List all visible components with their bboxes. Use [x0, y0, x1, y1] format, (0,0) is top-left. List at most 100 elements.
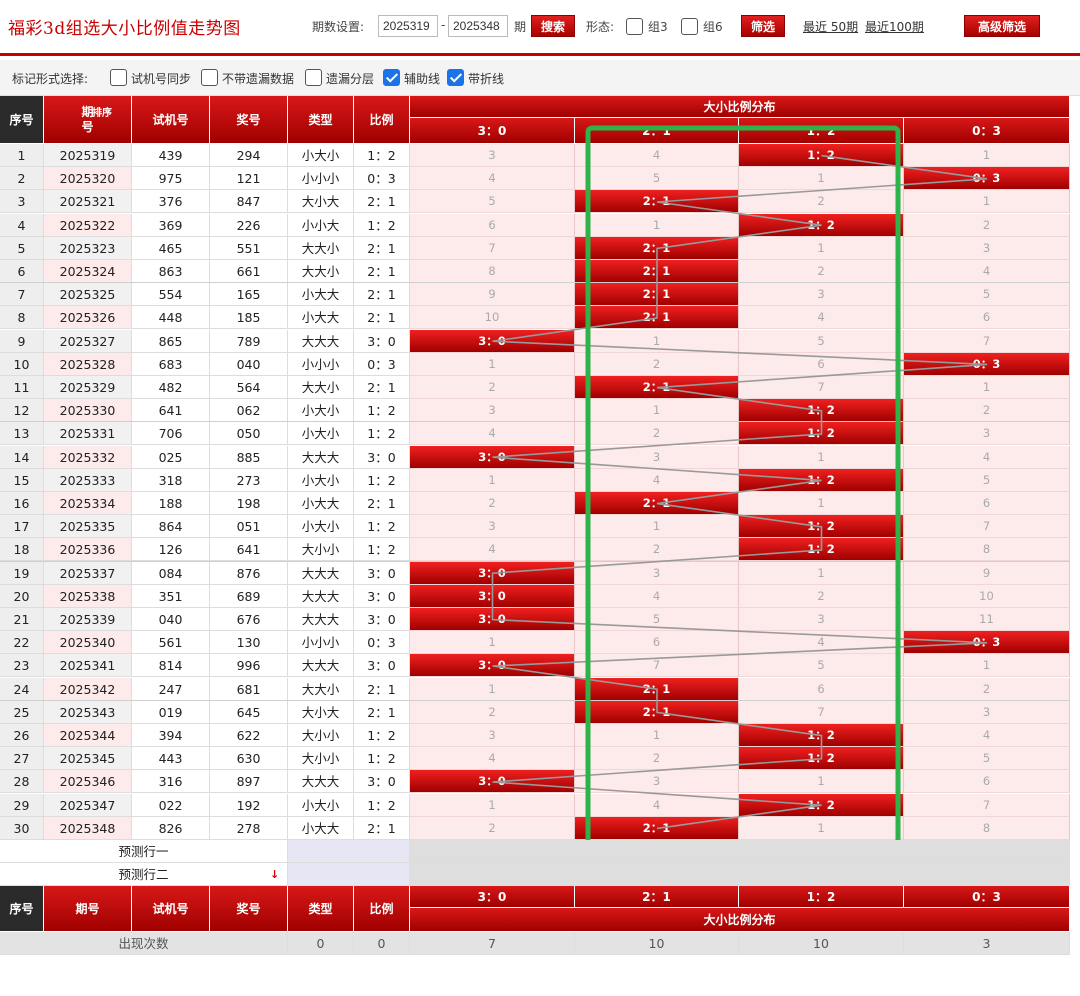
header-draw: 奖号	[210, 96, 288, 144]
stats-type: 0	[288, 932, 354, 955]
row-10-ratio: 0：3	[354, 352, 410, 376]
miss-cell: 2	[739, 260, 904, 283]
row-28-seq: 28	[0, 770, 44, 794]
row-19-draw: 876	[210, 561, 288, 585]
row-15-test: 318	[132, 468, 210, 492]
row-1-test: 439	[132, 144, 210, 167]
sort-toggle[interactable]: 排序	[92, 106, 112, 121]
miss-cell: 5	[904, 283, 1070, 307]
header-issue: 期号排序	[44, 96, 132, 144]
row-7-type: 小大大	[288, 283, 354, 307]
footer-dist-2: 1：2	[739, 886, 904, 908]
miss-cell: 9	[410, 283, 575, 307]
miss-cell: 5	[739, 654, 904, 678]
mark-label: 标记形式选择:	[12, 72, 89, 86]
period-to-input[interactable]	[448, 15, 508, 37]
row-24-seq: 24	[0, 677, 44, 701]
search-button[interactable]: 搜索	[531, 15, 575, 37]
footer-dist-1: 2：1	[575, 886, 739, 908]
miss-cell: 1	[410, 352, 575, 376]
row-28-ratio: 3：0	[354, 770, 410, 794]
miss-cell: 3	[410, 724, 575, 747]
row-26-issue: 2025344	[44, 724, 132, 747]
miss-cell: 5	[904, 468, 1070, 492]
period-from-input[interactable]	[378, 15, 438, 37]
miss-cell: 10	[410, 306, 575, 330]
row-16-type: 小大大	[288, 492, 354, 515]
footer-draw: 奖号	[210, 886, 288, 932]
predict-row-2-input[interactable]	[288, 863, 410, 886]
recent-50-link[interactable]: 最近 50期	[803, 18, 858, 35]
miss-cell: 7	[410, 236, 575, 260]
opt-sync-checkbox[interactable]	[110, 69, 127, 86]
miss-cell: 7	[904, 329, 1070, 353]
hit-cell: 2：1	[575, 260, 739, 283]
hit-cell: 1：2	[739, 515, 904, 539]
hit-cell: 2：1	[575, 306, 739, 330]
row-6-ratio: 2：1	[354, 260, 410, 283]
miss-cell: 1	[904, 376, 1070, 399]
row-2-type: 小小小	[288, 167, 354, 191]
row-4-test: 369	[132, 213, 210, 237]
opt-aux-checkbox[interactable]	[383, 69, 400, 86]
row-29-seq: 29	[0, 793, 44, 817]
row-17-ratio: 1：2	[354, 515, 410, 539]
row-30-issue: 2025348	[44, 816, 132, 840]
opt-layer-checkbox[interactable]	[305, 69, 322, 86]
row-4-issue: 2025322	[44, 213, 132, 237]
row-12-seq: 12	[0, 399, 44, 423]
hit-cell: 1：2	[739, 399, 904, 423]
row-21-type: 大大大	[288, 608, 354, 631]
row-9-seq: 9	[0, 329, 44, 353]
recent-100-link[interactable]: 最近100期	[865, 18, 924, 35]
row-16-draw: 198	[210, 492, 288, 515]
row-16-ratio: 2：1	[354, 492, 410, 515]
footer-dist-0: 3：0	[410, 886, 575, 908]
predict-row-1-dist[interactable]	[410, 840, 1070, 863]
row-6-draw: 661	[210, 260, 288, 283]
row-6-issue: 2025324	[44, 260, 132, 283]
row-23-type: 大大大	[288, 654, 354, 678]
hit-cell: 2：1	[575, 283, 739, 307]
row-4-ratio: 1：2	[354, 213, 410, 237]
miss-cell: 4	[575, 144, 739, 167]
miss-cell: 2	[410, 376, 575, 399]
row-20-seq: 20	[0, 584, 44, 608]
miss-cell: 2	[739, 190, 904, 214]
miss-cell: 1	[904, 654, 1070, 678]
g6-checkbox[interactable]	[681, 18, 698, 35]
row-4-seq: 4	[0, 213, 44, 237]
row-7-ratio: 2：1	[354, 283, 410, 307]
hit-cell: 1：2	[739, 747, 904, 771]
row-12-type: 小大小	[288, 399, 354, 423]
row-15-ratio: 1：2	[354, 468, 410, 492]
advanced-filter-button[interactable]: 高级筛选	[964, 15, 1040, 37]
miss-cell: 2	[410, 492, 575, 515]
row-22-seq: 22	[0, 631, 44, 655]
filter-button[interactable]: 筛选	[741, 15, 785, 37]
row-10-seq: 10	[0, 352, 44, 376]
predict-row-1-input[interactable]	[288, 840, 410, 863]
g3-checkbox[interactable]	[626, 18, 643, 35]
row-7-issue: 2025325	[44, 283, 132, 307]
row-3-issue: 2025321	[44, 190, 132, 214]
row-12-issue: 2025330	[44, 399, 132, 423]
row-27-type: 大小小	[288, 747, 354, 771]
miss-cell: 5	[904, 747, 1070, 771]
row-14-draw: 885	[210, 445, 288, 469]
form-label: 形态:	[586, 20, 615, 34]
row-22-draw: 130	[210, 631, 288, 655]
hit-cell: 3：0	[410, 445, 575, 469]
miss-cell: 4	[904, 260, 1070, 283]
row-12-draw: 062	[210, 399, 288, 423]
row-11-issue: 2025329	[44, 376, 132, 399]
row-1-issue: 2025319	[44, 144, 132, 167]
row-15-seq: 15	[0, 468, 44, 492]
row-10-test: 683	[132, 352, 210, 376]
predict-row-2-dist[interactable]	[410, 863, 1070, 886]
opt-line-checkbox[interactable]	[447, 69, 464, 86]
miss-cell: 4	[410, 167, 575, 191]
row-13-issue: 2025331	[44, 422, 132, 446]
row-22-type: 小小小	[288, 631, 354, 655]
opt-nomiss-checkbox[interactable]	[201, 69, 218, 86]
